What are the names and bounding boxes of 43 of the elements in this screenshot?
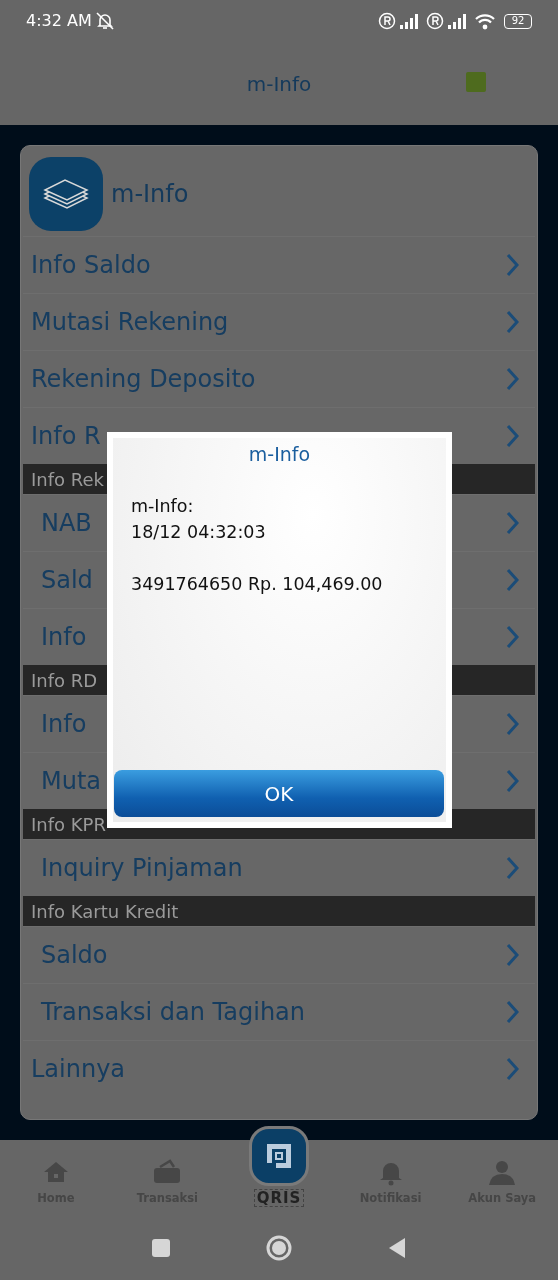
menu-item[interactable]: Lainnya <box>23 1040 535 1097</box>
recents-icon <box>151 1237 171 1258</box>
qris-logo-text: QRIS <box>253 1188 305 1207</box>
person-icon <box>488 1158 517 1187</box>
chevron-right-icon <box>505 1057 519 1081</box>
roaming-icon <box>378 12 396 30</box>
chevron-right-icon <box>505 625 519 649</box>
section-header: Info Kartu Kredit <box>31 899 179 924</box>
dialog-title: m-Info <box>247 442 312 467</box>
dialog-text: 3491764650 Rp. 104,469.00 <box>131 572 384 596</box>
chevron-right-icon <box>505 1000 519 1024</box>
chevron-right-icon <box>505 253 519 277</box>
chevron-right-icon <box>505 511 519 535</box>
app-title: m-Info <box>246 70 312 98</box>
section-header: Info RD <box>31 668 98 693</box>
back-icon <box>387 1236 407 1259</box>
status-time: 4:32 AM <box>26 10 92 32</box>
chevron-right-icon <box>505 856 519 880</box>
battery-icon: 92 <box>504 13 532 29</box>
wifi-icon <box>474 12 496 30</box>
dialog-text: 18/12 04:32:03 <box>131 520 267 544</box>
bell-off-icon <box>94 11 115 31</box>
section-header: Info Rek <box>31 467 104 492</box>
menu-item[interactable]: Transaksi dan Tagihan <box>23 983 535 1040</box>
qris-button[interactable] <box>249 1125 309 1186</box>
chevron-right-icon <box>505 310 519 334</box>
dialog-text: m-Info: <box>131 494 195 518</box>
card-title: m-Info <box>111 178 189 210</box>
section-header: Info KPR <box>31 812 106 837</box>
ok-button[interactable]: OK <box>114 770 444 817</box>
chevron-right-icon <box>505 712 519 736</box>
home-button-icon <box>266 1234 292 1261</box>
chevron-right-icon <box>505 943 519 967</box>
chevron-right-icon <box>505 769 519 793</box>
chevron-right-icon <box>505 568 519 592</box>
chevron-right-icon <box>505 367 519 391</box>
roaming-icon <box>426 12 444 30</box>
menu-item[interactable]: Info Saldo <box>23 236 535 293</box>
menu-item[interactable]: Saldo <box>23 926 535 983</box>
chevron-right-icon <box>505 424 519 448</box>
status-square <box>466 72 486 92</box>
menu-item[interactable]: Rekening Deposito <box>23 350 535 407</box>
menu-item[interactable]: Mutasi Rekening <box>23 293 535 350</box>
